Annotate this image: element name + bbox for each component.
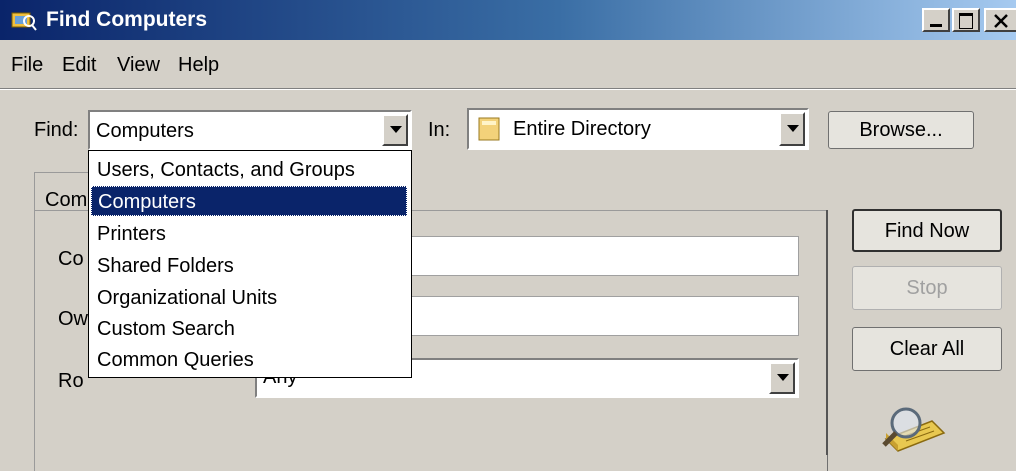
find-computers-icon: [11, 12, 37, 31]
search-magnifier-icon: [882, 407, 946, 452]
computer-name-label: Co: [58, 248, 84, 270]
menu-help[interactable]: Help: [178, 52, 219, 78]
title-bar: Find Computers: [0, 0, 1016, 40]
in-value: Entire Directory: [513, 118, 651, 140]
dropdown-option-organizational-units[interactable]: Organizational Units: [91, 283, 407, 313]
panel-edge: [826, 210, 828, 455]
find-now-button[interactable]: Find Now: [852, 209, 1002, 252]
browse-button[interactable]: Browse...: [828, 111, 974, 149]
maximize-button[interactable]: [952, 8, 980, 32]
maximize-icon: [959, 13, 973, 29]
menu-view[interactable]: View: [117, 52, 160, 78]
close-icon: [994, 14, 1008, 28]
dropdown-option-users-contacts-groups[interactable]: Users, Contacts, and Groups: [91, 155, 407, 185]
dropdown-option-computers[interactable]: Computers: [91, 186, 407, 216]
minimize-button[interactable]: [922, 8, 950, 32]
menu-file[interactable]: File: [11, 52, 43, 78]
role-dropdown-button[interactable]: [769, 362, 795, 394]
dropdown-option-common-queries[interactable]: Common Queries: [91, 345, 407, 375]
dropdown-option-shared-folders[interactable]: Shared Folders: [91, 251, 407, 281]
window-title: Find Computers: [46, 8, 207, 31]
in-dropdown-button[interactable]: [779, 112, 805, 146]
directory-icon: [478, 117, 500, 141]
owner-label: Ow: [58, 308, 88, 330]
find-label: Find:: [34, 119, 79, 141]
find-combobox[interactable]: Computers: [88, 110, 412, 150]
close-button[interactable]: [984, 8, 1016, 32]
find-dropdown-button[interactable]: [382, 114, 408, 146]
in-label: In:: [428, 119, 451, 141]
find-value: Computers: [96, 120, 194, 142]
dropdown-option-printers[interactable]: Printers: [91, 219, 407, 249]
find-dropdown-list[interactable]: Users, Contacts, and Groups Computers Pr…: [88, 150, 412, 378]
in-combobox[interactable]: Entire Directory: [467, 108, 809, 150]
stop-button[interactable]: Stop: [852, 266, 1002, 310]
menu-divider: [0, 88, 1016, 90]
clear-all-button[interactable]: Clear All: [852, 327, 1002, 371]
role-label: Ro: [58, 370, 84, 392]
chevron-down-icon: [390, 126, 402, 133]
menu-edit[interactable]: Edit: [62, 52, 96, 78]
dropdown-option-custom-search[interactable]: Custom Search: [91, 314, 407, 344]
chevron-down-icon: [787, 125, 799, 132]
chevron-down-icon: [777, 374, 789, 381]
minimize-icon: [930, 24, 942, 27]
